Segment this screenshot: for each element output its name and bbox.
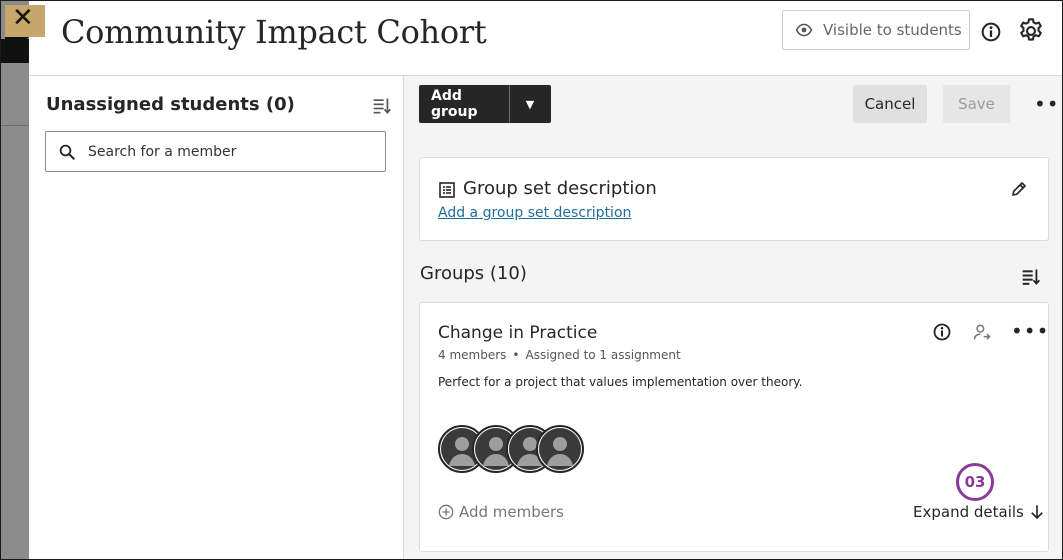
meta-separator: • xyxy=(512,348,520,362)
expand-details-button[interactable]: Expand details xyxy=(913,503,1046,521)
add-group-label: Add group xyxy=(431,88,478,120)
group-meta: 4 members • Assigned to 1 assignment xyxy=(438,348,681,362)
app-frame: Community Impact Cohort Visible to stude… xyxy=(0,0,1063,560)
member-search-field[interactable] xyxy=(45,131,386,172)
close-button[interactable]: ✕ xyxy=(5,3,45,61)
arrow-down-icon xyxy=(1031,505,1043,520)
member-avatars xyxy=(438,425,598,475)
background-edge-strip xyxy=(1,1,29,559)
group-name: Change in Practice xyxy=(438,323,598,343)
page-title: Community Impact Cohort xyxy=(61,13,487,51)
group-assignment-count: Assigned to 1 assignment xyxy=(525,348,681,362)
group-description: Perfect for a project that values implem… xyxy=(438,375,803,389)
group-set-description-card: Group set description Add a group set de… xyxy=(419,157,1049,241)
caret-down-icon[interactable]: ▼ xyxy=(510,98,550,111)
person-silhouette-icon xyxy=(539,428,581,470)
close-box-triangle xyxy=(5,37,29,61)
groups-area: Add group ▼ Cancel Save ••• Group set de… xyxy=(404,76,1062,559)
eye-icon xyxy=(795,23,813,37)
plus-circle-icon xyxy=(438,504,454,520)
visibility-label: Visible to students xyxy=(823,21,962,39)
search-icon xyxy=(59,144,75,160)
panel-header: Community Impact Cohort Visible to stude… xyxy=(29,1,1062,76)
description-icon xyxy=(439,182,455,198)
unassigned-students-heading: Unassigned students (0) xyxy=(46,94,295,115)
avatar[interactable] xyxy=(536,425,584,473)
save-button[interactable]: Save xyxy=(943,85,1010,123)
cancel-button[interactable]: Cancel xyxy=(853,85,927,123)
add-members-button[interactable]: Add members xyxy=(438,503,564,521)
gear-icon[interactable] xyxy=(1017,17,1045,45)
visibility-button[interactable]: Visible to students xyxy=(782,10,970,50)
info-icon[interactable] xyxy=(933,323,951,341)
more-options-icon[interactable]: ••• xyxy=(1034,94,1062,114)
close-icon: ✕ xyxy=(12,3,34,33)
add-group-button[interactable]: Add group ▼ xyxy=(419,85,551,123)
edge-strip-line xyxy=(1,125,29,126)
sort-icon[interactable] xyxy=(1021,267,1041,287)
group-more-options-icon[interactable]: ••• xyxy=(1011,321,1049,341)
sort-icon[interactable] xyxy=(372,96,392,116)
group-set-description-title: Group set description xyxy=(463,178,657,199)
pencil-icon[interactable] xyxy=(1010,180,1028,198)
unassigned-students-panel: Unassigned students (0) xyxy=(29,76,404,559)
group-card: Change in Practice 4 members • Assigned to… xyxy=(419,302,1049,552)
add-members-label: Add members xyxy=(459,503,564,521)
callout-marker: 03 xyxy=(956,463,994,501)
add-description-link[interactable]: Add a group set description xyxy=(438,205,631,221)
search-input[interactable] xyxy=(86,142,370,161)
group-members-count: 4 members xyxy=(438,348,507,362)
info-icon[interactable] xyxy=(981,22,1001,42)
assign-member-icon[interactable] xyxy=(972,322,992,342)
expand-details-label: Expand details xyxy=(913,503,1024,521)
groups-heading: Groups (10) xyxy=(420,263,527,284)
